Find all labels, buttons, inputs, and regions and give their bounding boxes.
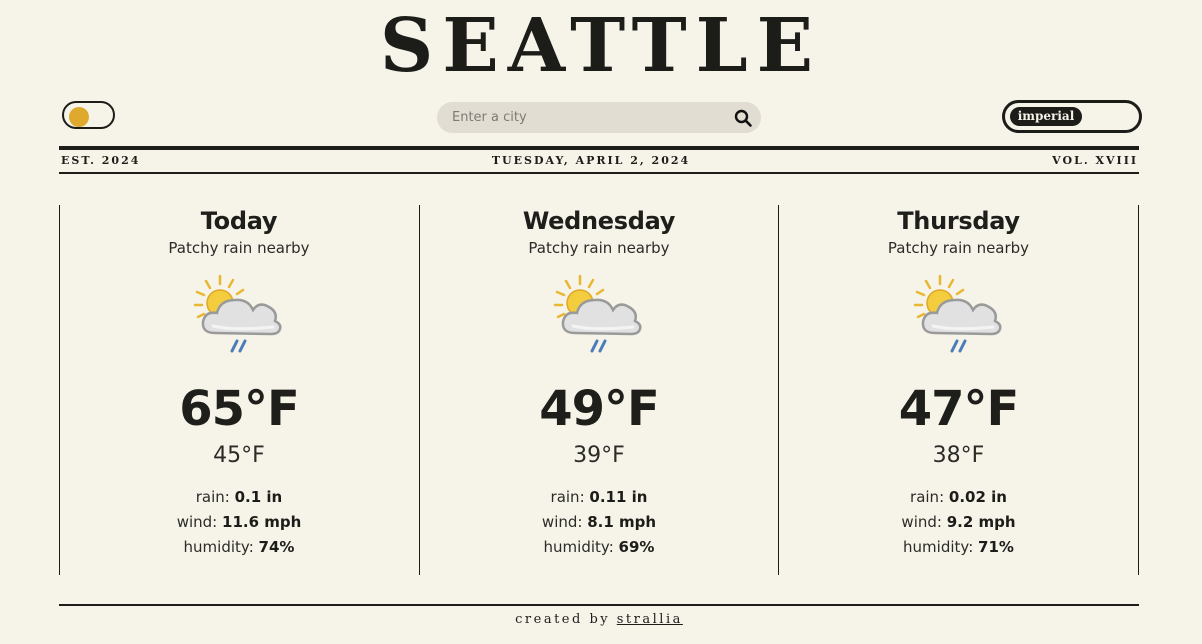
day-name: Today — [200, 207, 278, 235]
patchy-rain-icon — [193, 275, 282, 353]
forecast-day-card: Wednesday Patchy rain nearby 49°F 39°F r… — [419, 205, 778, 575]
weather-stats: rain: 0.1 in wind: 11.6 mph humidity: 74… — [60, 485, 418, 560]
low-temperature: 39°F — [573, 443, 625, 468]
search-bar — [437, 102, 761, 133]
wind-value: 8.1 mph — [587, 513, 657, 531]
weather-condition: Patchy rain nearby — [528, 239, 670, 257]
forecast-day-card: Today Patchy rain nearby 65°F 45°F rain:… — [59, 205, 418, 575]
low-temperature: 45°F — [213, 443, 265, 468]
rain-value: 0.02 in — [948, 488, 1007, 506]
wind-label: wind: — [176, 513, 218, 531]
weather-condition: Patchy rain nearby — [168, 239, 310, 257]
high-temperature: 49°F — [539, 381, 660, 437]
weather-stats: rain: 0.02 in wind: 9.2 mph humidity: 71… — [779, 485, 1138, 560]
high-temperature: 47°F — [898, 381, 1020, 437]
unit-toggle[interactable]: imperial — [1002, 100, 1142, 133]
humidity-stat: humidity: 74% — [60, 535, 418, 560]
wind-value: 9.2 mph — [946, 513, 1016, 531]
weather-stats: rain: 0.11 in wind: 8.1 mph humidity: 69… — [420, 485, 778, 560]
wind-stat: wind: 8.1 mph — [420, 510, 778, 535]
wind-label: wind: — [901, 513, 942, 531]
wind-value: 11.6 mph — [222, 513, 302, 531]
wind-stat: wind: 11.6 mph — [60, 510, 418, 535]
wind-stat: wind: 9.2 mph — [779, 510, 1138, 535]
wind-label: wind: — [541, 513, 583, 531]
theme-toggle[interactable] — [62, 101, 115, 129]
day-name: Wednesday — [522, 207, 676, 235]
author-link[interactable]: strallia — [617, 612, 683, 627]
high-temperature: 65°F — [179, 381, 300, 437]
rain-stat: rain: 0.1 in — [60, 485, 418, 510]
city-search-input[interactable] — [452, 102, 722, 133]
footer-created-by: created by — [515, 612, 611, 627]
rain-label: rain: — [550, 488, 585, 506]
theme-toggle-knob — [69, 107, 89, 127]
humidity-label: humidity: — [543, 538, 614, 556]
city-title: SEATTLE — [379, 3, 823, 89]
unit-toggle-label: imperial — [1010, 107, 1082, 126]
patchy-rain-icon — [553, 275, 642, 353]
search-icon[interactable] — [733, 108, 753, 128]
masthead-bottom-rule — [59, 172, 1139, 174]
humidity-value: 74% — [258, 538, 295, 556]
forecast-day-card: Thursday Patchy rain nearby 47°F 38°F ra… — [778, 205, 1139, 575]
weather-condition: Patchy rain nearby — [887, 239, 1030, 257]
masthead-volume: VOL. XVIII — [1052, 154, 1138, 167]
humidity-value: 69% — [618, 538, 655, 556]
low-temperature: 38°F — [932, 443, 985, 468]
humidity-stat: humidity: 71% — [779, 535, 1138, 560]
rain-label: rain: — [195, 488, 230, 506]
footer-credit: created by strallia — [0, 611, 1198, 629]
rain-label: rain: — [910, 488, 945, 506]
humidity-stat: humidity: 69% — [420, 535, 778, 560]
humidity-label: humidity: — [183, 538, 254, 556]
patchy-rain-icon — [913, 275, 1002, 353]
masthead-date: TUESDAY, APRIL 2, 2024 — [491, 154, 691, 167]
day-name: Thursday — [897, 207, 1020, 235]
humidity-label: humidity: — [903, 538, 974, 556]
rain-stat: rain: 0.02 in — [779, 485, 1138, 510]
footer-rule — [59, 604, 1139, 606]
rain-stat: rain: 0.11 in — [420, 485, 778, 510]
masthead-top-rule — [59, 146, 1139, 150]
rain-value: 0.1 in — [234, 488, 283, 506]
rain-value: 0.11 in — [589, 488, 648, 506]
humidity-value: 71% — [978, 538, 1014, 556]
